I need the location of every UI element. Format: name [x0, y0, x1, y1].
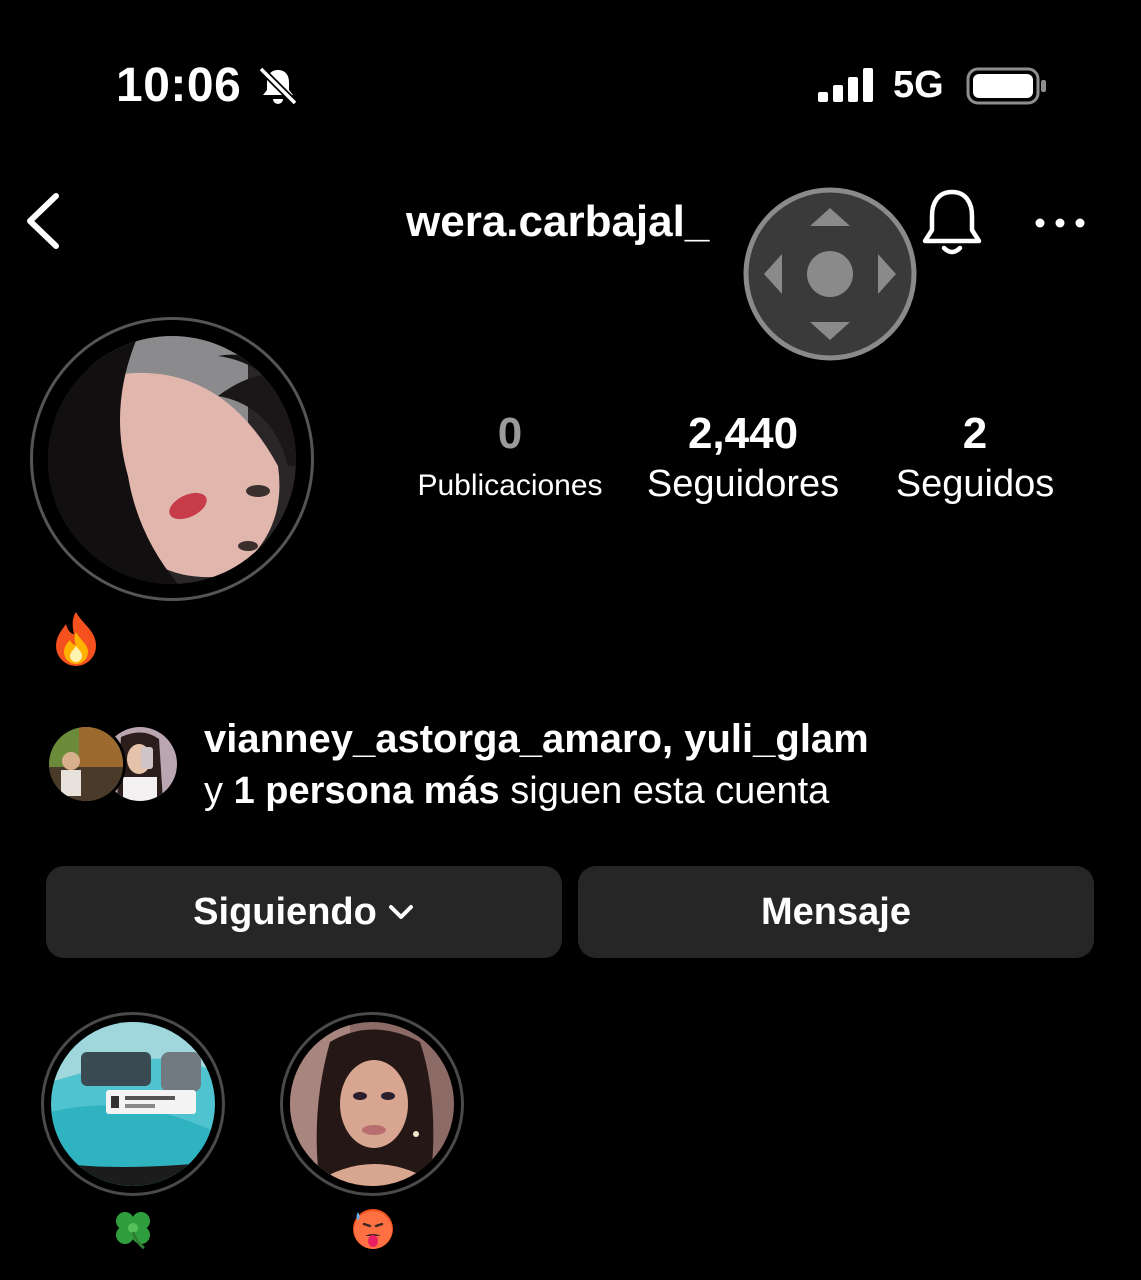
hot-face-emoji — [353, 1209, 393, 1249]
notification-bell-icon[interactable] — [918, 186, 986, 258]
chevron-down-icon — [388, 905, 413, 919]
following-label[interactable]: Seguidos — [865, 462, 1085, 506]
story-highlight[interactable] — [51, 1022, 215, 1186]
following-button[interactable]: Siguiendo — [46, 866, 562, 958]
posts-label: Publicaciones — [417, 469, 603, 502]
mutual-suffix: siguen esta cuenta — [510, 770, 830, 812]
posts-count: 0 — [497, 409, 523, 458]
four-leaf-clover-emoji — [116, 1212, 150, 1250]
mutual-more-count: 1 persona más — [233, 770, 500, 812]
fire-emoji-icon — [56, 612, 96, 666]
message-button-label: Mensaje — [761, 890, 911, 933]
following-button-label: Siguiendo — [193, 890, 377, 933]
battery-icon — [966, 67, 1046, 105]
profile-avatar[interactable] — [48, 336, 296, 584]
followers-label[interactable]: Seguidores — [630, 462, 856, 506]
mutual-prefix: y — [204, 770, 223, 812]
followers-count[interactable]: 2,440 — [640, 408, 846, 460]
more-dots-icon[interactable] — [1030, 208, 1090, 238]
following-count[interactable]: 2 — [875, 408, 1075, 460]
story-highlight[interactable] — [290, 1022, 454, 1186]
mutual-follower-avatar[interactable] — [46, 724, 126, 804]
message-button[interactable]: Mensaje — [578, 866, 1094, 958]
mute-bell-icon — [258, 66, 298, 106]
network-label: 5G — [893, 64, 944, 106]
back-chevron-icon[interactable] — [22, 190, 66, 252]
signal-icon — [818, 68, 873, 102]
mutual-followers-summary[interactable]: y 1 persona más siguen esta cuenta — [204, 766, 829, 816]
joystick-overlay-icon[interactable] — [742, 186, 918, 362]
profile-username: wera.carbajal_ — [406, 197, 710, 246]
mutual-followers-names[interactable]: vianney_astorga_amaro, yuli_glam — [204, 714, 869, 764]
status-time: 10:06 — [116, 59, 242, 112]
